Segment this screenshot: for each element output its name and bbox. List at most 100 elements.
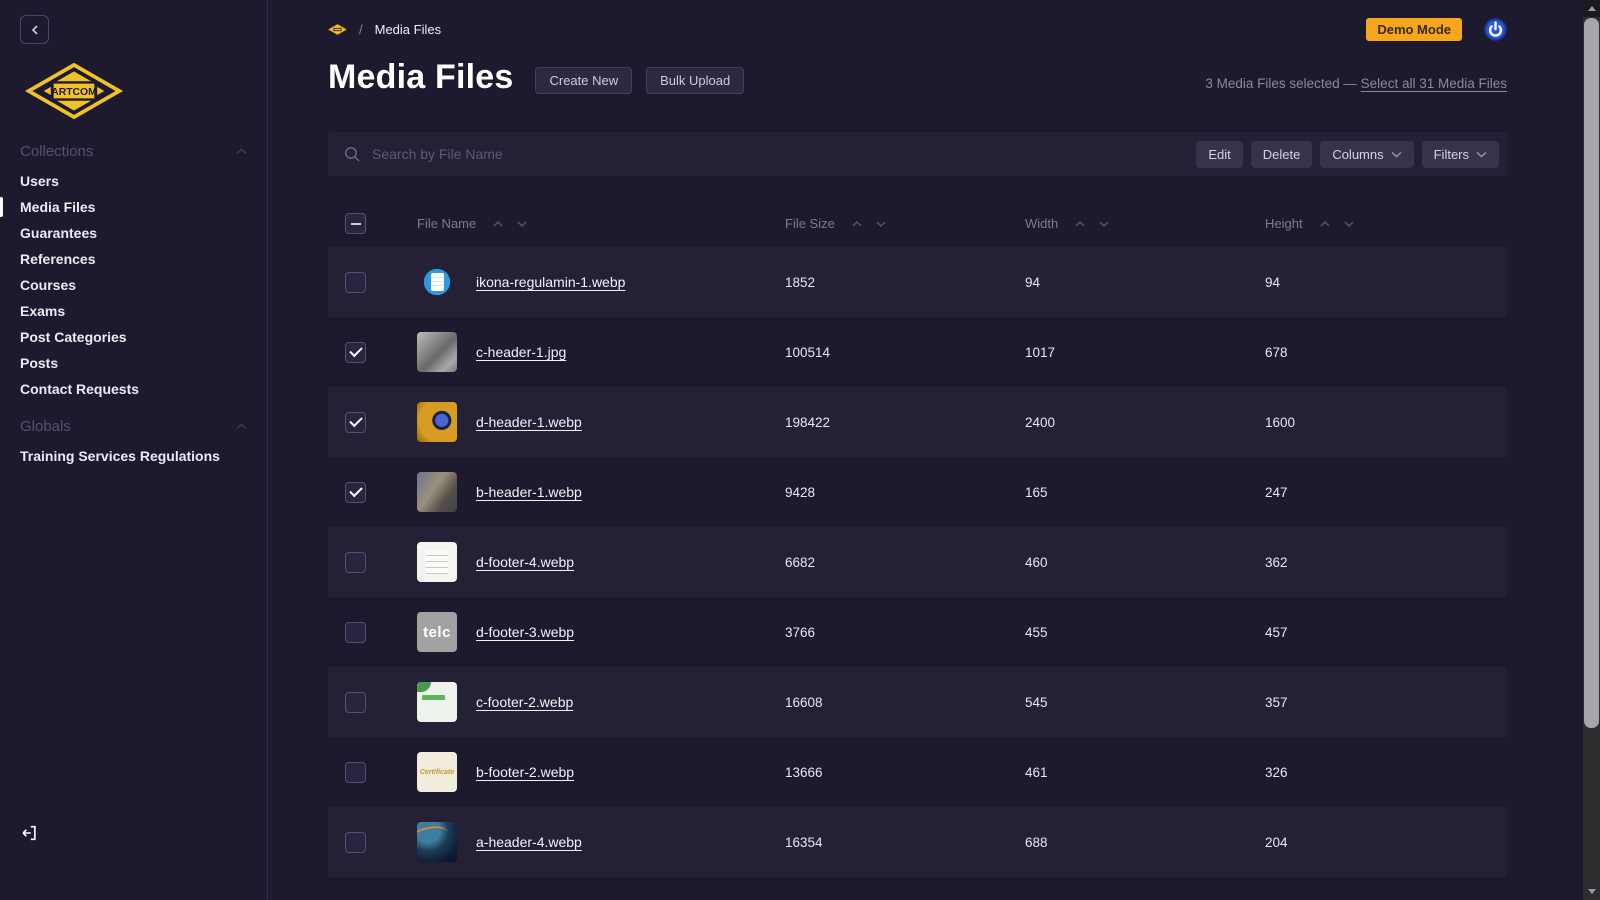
file-name-link[interactable]: c-header-1.jpg <box>476 344 566 360</box>
logout-icon <box>20 824 38 842</box>
sort-ascending-button[interactable] <box>1073 219 1087 229</box>
sidebar-collapse-button[interactable] <box>20 15 49 44</box>
table-body: ikona-regulamin-1.webp 1852 94 94 c-head… <box>328 247 1507 877</box>
column-header: Width <box>1025 216 1265 231</box>
width-value: 94 <box>1025 275 1265 290</box>
row-checkbox[interactable] <box>345 482 366 503</box>
scrollbar-down-arrow[interactable] <box>1583 883 1600 900</box>
table-row: a-header-4.webp 16354 688 204 <box>328 807 1507 877</box>
sort-descending-button[interactable] <box>874 219 888 229</box>
height-value: 204 <box>1265 835 1507 850</box>
edit-button[interactable]: Edit <box>1196 141 1242 168</box>
file-name-link[interactable]: b-header-1.webp <box>476 484 582 500</box>
row-checkbox[interactable] <box>345 622 366 643</box>
sidebar-item-users[interactable]: Users <box>20 168 247 194</box>
chevron-left-icon <box>30 25 40 35</box>
column-header: File Size <box>785 216 1025 231</box>
height-value: 247 <box>1265 485 1507 500</box>
table-row: Certificate b-footer-2.webp 13666 461 32… <box>328 737 1507 807</box>
file-thumbnail[interactable] <box>417 542 457 582</box>
sidebar-item-guarantees[interactable]: Guarantees <box>20 220 247 246</box>
sort-ascending-button[interactable] <box>491 219 505 229</box>
table-row: d-footer-4.webp 6682 460 362 <box>328 527 1507 597</box>
nav-group-items: Users Media Files Guarantees References … <box>20 168 247 402</box>
chevron-up-icon <box>236 423 247 430</box>
width-value: 460 <box>1025 555 1265 570</box>
file-name-link[interactable]: c-footer-2.webp <box>476 694 573 710</box>
sidebar-item-courses[interactable]: Courses <box>20 272 247 298</box>
file-thumbnail[interactable]: Certificate <box>417 752 457 792</box>
sidebar-item-references[interactable]: References <box>20 246 247 272</box>
search-icon <box>344 146 361 163</box>
file-thumbnail[interactable] <box>417 332 457 372</box>
list-toolbar: Edit Delete Columns Filters <box>328 132 1507 176</box>
create-new-button[interactable]: Create New <box>535 67 632 94</box>
sidebar-item-exams[interactable]: Exams <box>20 298 247 324</box>
sort-ascending-button[interactable] <box>850 219 864 229</box>
sort-descending-button[interactable] <box>1097 219 1111 229</box>
row-checkbox[interactable] <box>345 692 366 713</box>
nav-group: Globals Training Services Regulations <box>20 418 247 469</box>
delete-button[interactable]: Delete <box>1251 141 1313 168</box>
nav-group-label: Globals <box>20 418 71 435</box>
height-value: 457 <box>1265 625 1507 640</box>
scrollbar-thumb[interactable] <box>1584 18 1599 728</box>
row-checkbox[interactable] <box>345 762 366 783</box>
nav-group-label: Collections <box>20 143 93 160</box>
width-value: 165 <box>1025 485 1265 500</box>
select-all-checkbox[interactable] <box>345 213 366 234</box>
width-value: 461 <box>1025 765 1265 780</box>
sidebar-item-post-categories[interactable]: Post Categories <box>20 324 247 350</box>
chevron-down-icon <box>1476 151 1487 158</box>
sidebar-nav: Collections Users Media Files Guarantees… <box>20 143 247 469</box>
nav-group-toggle[interactable]: Collections <box>20 143 247 160</box>
main-content: / Media Files Demo Mode Media Files Crea… <box>268 0 1600 900</box>
file-name-link[interactable]: d-footer-4.webp <box>476 554 574 570</box>
table-row: c-footer-2.webp 16608 545 357 <box>328 667 1507 737</box>
sort-descending-button[interactable] <box>515 219 529 229</box>
search-input[interactable] <box>372 146 1196 162</box>
sidebar-item-posts[interactable]: Posts <box>20 350 247 376</box>
sort-descending-button[interactable] <box>1342 219 1356 229</box>
logout-button[interactable] <box>20 824 38 842</box>
file-name-link[interactable]: d-header-1.webp <box>476 414 582 430</box>
sidebar-item-contact-requests[interactable]: Contact Requests <box>20 376 247 402</box>
file-name-link[interactable]: a-header-4.webp <box>476 834 582 850</box>
row-checkbox[interactable] <box>345 412 366 433</box>
column-header-label: File Name <box>417 216 476 231</box>
scrollbar-up-arrow[interactable] <box>1583 0 1600 17</box>
sidebar-item-media-files[interactable]: Media Files <box>20 194 247 220</box>
row-checkbox[interactable] <box>345 272 366 293</box>
table-row: telc d-footer-3.webp 3766 455 457 <box>328 597 1507 667</box>
file-thumbnail[interactable] <box>417 402 457 442</box>
sidebar-item-training-services-regulations[interactable]: Training Services Regulations <box>20 443 247 469</box>
height-value: 678 <box>1265 345 1507 360</box>
power-logout-button[interactable] <box>1484 18 1507 41</box>
file-thumbnail[interactable]: telc <box>417 612 457 652</box>
filters-button[interactable]: Filters <box>1422 141 1499 168</box>
logo-text: ARTCOM <box>51 87 97 98</box>
nav-group-toggle[interactable]: Globals <box>20 418 247 435</box>
row-checkbox[interactable] <box>345 832 366 853</box>
sort-ascending-button[interactable] <box>1318 219 1332 229</box>
height-value: 326 <box>1265 765 1507 780</box>
row-checkbox[interactable] <box>345 552 366 573</box>
row-checkbox[interactable] <box>345 342 366 363</box>
bulk-upload-button[interactable]: Bulk Upload <box>646 67 744 94</box>
breadcrumb-separator: / <box>359 22 363 37</box>
file-thumbnail[interactable] <box>417 472 457 512</box>
file-name-link[interactable]: d-footer-3.webp <box>476 624 574 640</box>
file-name-link[interactable]: ikona-regulamin-1.webp <box>476 274 625 290</box>
file-size-value: 3766 <box>785 625 1025 640</box>
breadcrumb-home-icon[interactable] <box>328 22 347 37</box>
columns-button[interactable]: Columns <box>1320 141 1413 168</box>
title-row: Media Files Create New Bulk Upload 3 Med… <box>328 58 1507 97</box>
file-name-link[interactable]: b-footer-2.webp <box>476 764 574 780</box>
select-all-link[interactable]: Select all 31 Media Files <box>1361 76 1507 91</box>
file-thumbnail[interactable] <box>417 262 457 302</box>
thumbnail-label: telc <box>423 624 451 641</box>
file-thumbnail[interactable] <box>417 822 457 862</box>
file-thumbnail[interactable] <box>417 682 457 722</box>
height-value: 357 <box>1265 695 1507 710</box>
width-value: 2400 <box>1025 415 1265 430</box>
